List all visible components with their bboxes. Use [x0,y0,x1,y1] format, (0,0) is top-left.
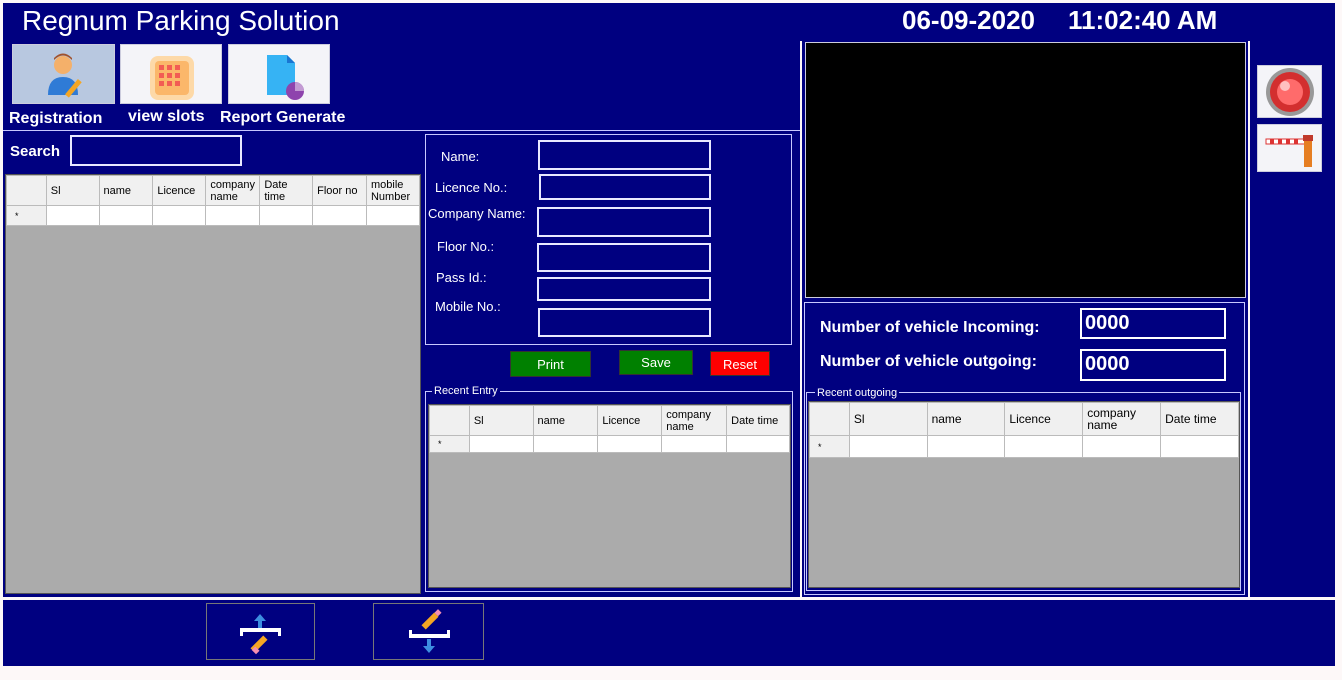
toolbar-divider [3,130,800,131]
pass-id-label: Pass Id.: [436,270,487,285]
save-button[interactable]: Save [619,350,693,375]
outgoing-count: 0000 [1080,349,1226,381]
table-cell[interactable] [532,435,599,453]
row-header-corner [6,175,47,206]
barrier-gate-button[interactable] [1257,124,1322,172]
table-cell[interactable] [1160,435,1239,458]
app-title: Regnum Parking Solution [22,5,340,36]
date-display: 06-09-2020 [902,5,1035,35]
row-header-corner [429,405,470,436]
registration-label: Registration [9,110,103,127]
floor-field[interactable] [537,243,711,272]
report-document-icon [267,55,304,100]
col-header-licence[interactable]: Licence [1004,402,1084,436]
mobile-label: Mobile No.: [435,299,501,314]
table-cell[interactable] [312,205,367,226]
table-cell[interactable] [1082,435,1162,458]
col-header-licence[interactable]: Licence [597,405,663,436]
new-row-marker: * [429,435,470,453]
table-cell[interactable] [848,435,928,458]
col-header-mobile-number[interactable]: mobile Number [365,175,420,206]
gate-close-icon [409,609,450,653]
col-header-date-time[interactable]: Date time [726,405,790,436]
user-edit-icon [48,53,82,98]
licence-field[interactable] [539,174,711,200]
recent-entry-table: Sl name Licence company name Date time * [429,405,790,453]
camera-feed [805,42,1246,298]
view-slots-button[interactable] [120,44,222,104]
alarm-light-icon [1266,68,1314,116]
gate-open-button[interactable] [206,603,315,660]
table-cell[interactable] [1004,435,1084,458]
col-header-sl[interactable]: Sl [468,405,534,436]
table-cell[interactable] [152,205,207,226]
new-row-marker: * [6,205,47,226]
recent-entry-header: Sl name Licence company name Date time [429,405,790,436]
col-header-floor-no[interactable]: Floor no [312,175,367,206]
table-cell[interactable] [98,205,154,226]
recent-outgoing-grid[interactable]: Sl name Licence company name Date time * [808,401,1240,588]
table-cell[interactable] [926,435,1006,458]
reset-button[interactable]: Reset [710,351,770,376]
view-slots-label: view slots [128,108,205,125]
licence-label: Licence No.: [435,180,508,195]
main-data-grid[interactable]: Sl name Licence company name Date time F… [5,174,421,594]
recent-entry-legend: Recent Entry [432,385,500,397]
barrier-gate-icon [1265,135,1313,167]
main-table: Sl name Licence company name Date time F… [6,175,420,226]
search-input[interactable] [70,135,242,166]
recent-outgoing-header: Sl name Licence company name Date time [809,402,1239,436]
table-cell[interactable] [365,205,420,226]
name-label: Name: [441,149,480,164]
table-cell[interactable] [726,435,790,453]
report-generate-label: Report Generate [220,109,346,126]
col-header-sl[interactable]: Sl [45,175,100,206]
col-header-company-name[interactable]: company name [1082,402,1162,436]
table-new-row[interactable]: * [6,205,420,226]
grid-slots-icon [150,56,194,100]
search-label: Search [10,143,61,160]
col-header-name[interactable]: name [532,405,599,436]
gate-open-icon [240,614,281,655]
time-display: 11:02:40 AM [1068,5,1218,35]
incoming-count-label: Number of vehicle Incoming: [820,319,1040,336]
report-generate-button[interactable] [228,44,330,104]
mobile-field[interactable] [538,308,711,337]
col-header-name[interactable]: name [926,402,1006,436]
table-cell[interactable] [597,435,663,453]
table-cell[interactable] [661,435,728,453]
incoming-count: 0000 [1080,308,1226,339]
table-cell[interactable] [259,205,314,226]
col-header-company-name[interactable]: company name [661,405,728,436]
col-header-company-name[interactable]: company name [205,175,261,206]
main-table-header: Sl name Licence company name Date time F… [6,175,420,206]
table-new-row[interactable]: * [429,435,790,453]
new-row-marker: * [809,435,850,458]
col-header-licence[interactable]: Licence [152,175,207,206]
registration-button[interactable] [12,44,115,104]
company-name-field[interactable] [537,207,711,237]
table-new-row[interactable]: * [809,435,1239,458]
table-cell[interactable] [45,205,100,226]
recent-outgoing-table: Sl name Licence company name Date time * [809,402,1239,458]
row-header-corner [809,402,850,436]
gate-close-button[interactable] [373,603,484,660]
table-cell[interactable] [205,205,261,226]
alarm-button[interactable] [1257,65,1322,118]
col-header-date-time[interactable]: Date time [1160,402,1239,436]
floor-label: Floor No.: [437,239,495,254]
bottom-bar [3,600,1335,666]
recent-entry-grid[interactable]: Sl name Licence company name Date time * [428,404,791,588]
table-cell[interactable] [468,435,534,453]
company-name-label: Company Name: [428,206,526,221]
pass-id-field[interactable] [537,277,711,301]
col-header-date-time[interactable]: Date time [259,175,314,206]
col-header-name[interactable]: name [98,175,154,206]
print-button[interactable]: Print [510,351,591,377]
col-header-sl[interactable]: Sl [848,402,928,436]
name-field[interactable] [538,140,711,170]
recent-outgoing-legend: Recent outgoing [815,387,900,399]
outgoing-count-label: Number of vehicle outgoing: [820,353,1037,370]
